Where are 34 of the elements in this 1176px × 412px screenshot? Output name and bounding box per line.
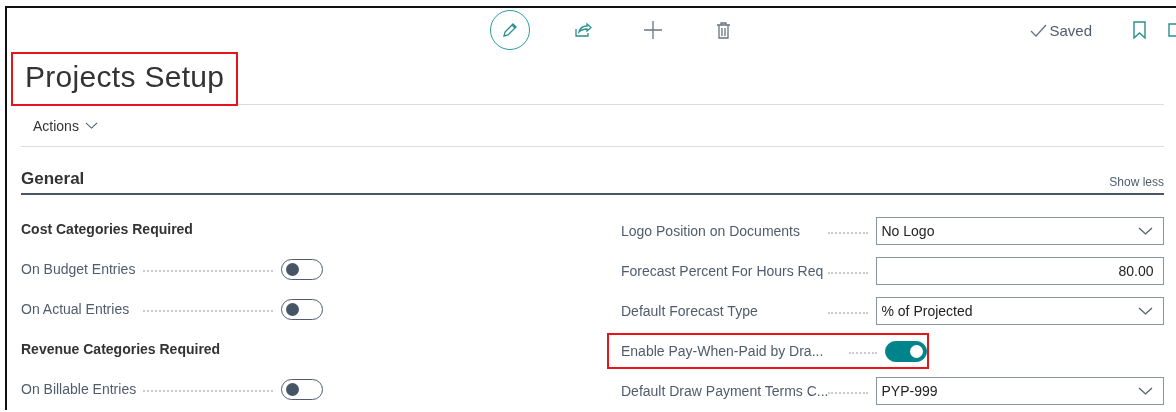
section-title: General bbox=[21, 169, 85, 189]
bookmark-icon bbox=[1132, 21, 1146, 39]
field-label: Forecast Percent For Hours Req bbox=[621, 263, 824, 279]
group-heading: Revenue Categories Required bbox=[21, 340, 222, 359]
chevron-down-icon bbox=[1138, 387, 1154, 395]
toggle-switch[interactable] bbox=[885, 340, 927, 362]
dropdown-field[interactable]: % of Projected bbox=[876, 297, 1165, 325]
window-icon[interactable] bbox=[1168, 23, 1176, 37]
checkmark-icon bbox=[1030, 23, 1048, 37]
toggle-switch[interactable] bbox=[281, 258, 323, 280]
field-label: On Billable Entries bbox=[21, 381, 137, 397]
page-title: Projects Setup bbox=[11, 52, 239, 106]
field-label: On Budget Entries bbox=[21, 261, 136, 277]
show-less-link[interactable]: Show less bbox=[1109, 175, 1164, 189]
saved-label: Saved bbox=[1049, 21, 1092, 39]
pencil-icon bbox=[501, 21, 519, 39]
toggle-switch[interactable] bbox=[281, 298, 323, 320]
field-label: Default Draw Payment Terms C... bbox=[621, 383, 829, 399]
dropdown-field[interactable]: No Logo bbox=[876, 217, 1165, 245]
field-label: Default Forecast Type bbox=[621, 303, 758, 319]
field-label: Enable Pay-When-Paid by Dra... bbox=[621, 343, 824, 359]
number-field[interactable]: 80.00 bbox=[876, 257, 1165, 285]
group-heading: Cost Categories Required bbox=[21, 220, 194, 239]
actions-menu[interactable]: Actions bbox=[21, 105, 98, 146]
plus-icon bbox=[643, 20, 663, 40]
chevron-down-icon bbox=[1138, 227, 1154, 235]
field-label: Logo Position on Documents bbox=[621, 223, 800, 239]
toggle-switch[interactable] bbox=[281, 378, 323, 400]
chevron-down-icon bbox=[84, 122, 98, 129]
field-label: On Actual Entries bbox=[21, 301, 130, 317]
share-icon bbox=[574, 22, 592, 38]
trash-icon bbox=[715, 21, 731, 39]
chevron-down-icon bbox=[1138, 307, 1154, 315]
dropdown-field[interactable]: PYP-999 bbox=[876, 377, 1165, 405]
